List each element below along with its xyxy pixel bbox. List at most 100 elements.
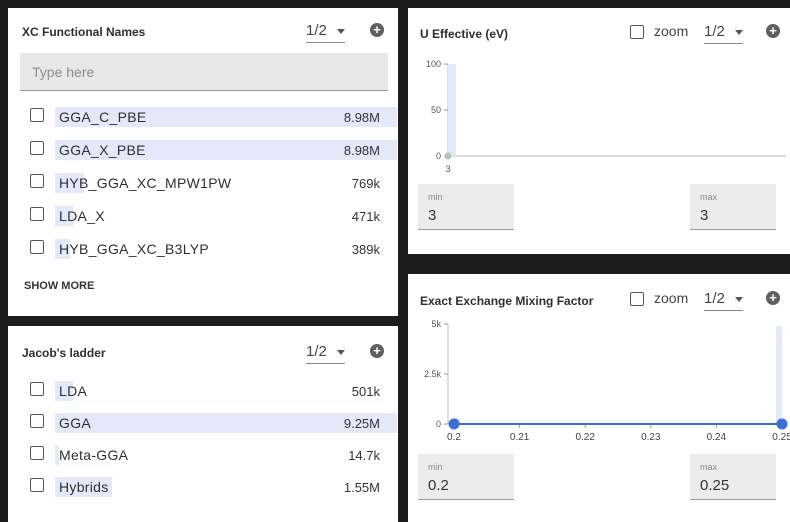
range-handle[interactable] bbox=[776, 418, 788, 430]
min-value: 3 bbox=[428, 207, 437, 224]
zoom-label: zoom bbox=[654, 290, 689, 306]
chevron-down-icon bbox=[734, 29, 743, 35]
u-effective-histogram[interactable]: 0 50 100 3 bbox=[408, 54, 790, 184]
pager-value: 1/2 bbox=[704, 290, 725, 307]
zoom-label: zoom bbox=[654, 23, 689, 39]
x-tick-label: 0.2 bbox=[447, 432, 461, 443]
list-item[interactable]: GGA_X_PBE 8.98M bbox=[30, 139, 397, 161]
item-count: 389k bbox=[351, 242, 380, 257]
search-field[interactable] bbox=[20, 53, 388, 91]
y-tick-label: 2.5k bbox=[424, 369, 442, 379]
list-item[interactable]: HYB_GGA_XC_MPW1PW 769k bbox=[30, 172, 380, 194]
xc-functional-names-card: XC Functional Names 1/2 + SHOW MORE GGA_… bbox=[8, 8, 398, 316]
list-item[interactable]: LDA_X 471k bbox=[30, 205, 380, 227]
item-label: LDA_X bbox=[59, 208, 105, 224]
u-effective-card: U Effective (eV) zoom 1/2 + 0 50 100 3 min … bbox=[408, 8, 790, 254]
item-checkbox[interactable] bbox=[30, 174, 44, 188]
y-tick-label: 0 bbox=[436, 151, 441, 161]
max-value: 3 bbox=[700, 207, 709, 224]
histogram-bar bbox=[776, 326, 782, 424]
item-count: 9.25M bbox=[343, 416, 380, 431]
chevron-down-icon bbox=[734, 296, 743, 302]
item-label: GGA_C_PBE bbox=[59, 109, 147, 125]
min-input[interactable]: min 3 bbox=[418, 184, 514, 230]
item-label: GGA_X_PBE bbox=[59, 142, 146, 158]
item-checkbox[interactable] bbox=[30, 382, 44, 396]
x-tick-label: 0.22 bbox=[575, 432, 595, 443]
item-checkbox[interactable] bbox=[30, 240, 44, 254]
x-tick-label: 0.24 bbox=[707, 432, 727, 443]
y-tick-label: 5k bbox=[431, 319, 441, 329]
exact-exchange-card: Exact Exchange Mixing Factor zoom 1/2 + … bbox=[408, 274, 790, 522]
x-tick-label: 0.23 bbox=[641, 432, 661, 443]
search-input[interactable] bbox=[20, 53, 388, 90]
list-item[interactable]: Meta-GGA 14.7k bbox=[30, 444, 380, 466]
list-item[interactable]: HYB_GGA_XC_B3LYP 389k bbox=[30, 238, 380, 260]
max-input[interactable]: max 0.25 bbox=[690, 454, 776, 500]
item-label: GGA bbox=[59, 415, 92, 431]
item-count: 769k bbox=[351, 176, 380, 191]
item-checkbox[interactable] bbox=[30, 414, 44, 428]
min-input[interactable]: min 0.2 bbox=[418, 454, 514, 500]
zoom-toggle[interactable]: zoom bbox=[630, 23, 689, 40]
item-label: Hybrids bbox=[59, 479, 109, 495]
add-icon[interactable]: + bbox=[370, 23, 384, 37]
item-checkbox[interactable] bbox=[30, 478, 44, 492]
histogram-bar bbox=[448, 64, 456, 156]
chevron-down-icon bbox=[336, 28, 345, 34]
min-value: 0.2 bbox=[428, 477, 449, 494]
pager-value: 1/2 bbox=[306, 22, 327, 39]
chevron-down-icon bbox=[336, 349, 345, 355]
card-title: Exact Exchange Mixing Factor bbox=[420, 294, 594, 308]
item-checkbox[interactable] bbox=[30, 207, 44, 221]
zoom-checkbox[interactable] bbox=[630, 25, 644, 40]
x-tick-label: 3 bbox=[445, 164, 450, 174]
item-label: LDA bbox=[59, 383, 88, 399]
list-item[interactable]: Hybrids 1.55M bbox=[30, 476, 380, 498]
item-count: 501k bbox=[351, 384, 380, 399]
zoom-toggle[interactable]: zoom bbox=[630, 290, 689, 307]
pager-value: 1/2 bbox=[306, 343, 327, 360]
max-label: max bbox=[700, 462, 718, 472]
y-tick-label: 100 bbox=[426, 59, 441, 69]
y-tick-label: 50 bbox=[431, 105, 441, 115]
pagination-select[interactable]: 1/2 bbox=[306, 22, 345, 43]
show-more-button[interactable]: SHOW MORE bbox=[24, 280, 94, 292]
item-count: 1.55M bbox=[343, 480, 380, 495]
pagination-select[interactable]: 1/2 bbox=[704, 290, 743, 311]
add-icon[interactable]: + bbox=[370, 344, 384, 358]
x-tick-label: 0.25 bbox=[772, 432, 790, 443]
card-title: U Effective (eV) bbox=[420, 27, 509, 41]
item-label: HYB_GGA_XC_B3LYP bbox=[59, 241, 210, 257]
card-title: XC Functional Names bbox=[22, 25, 146, 39]
list-item[interactable]: LDA 501k bbox=[30, 380, 380, 402]
y-tick-label: 0 bbox=[436, 419, 441, 429]
item-checkbox[interactable] bbox=[30, 141, 44, 155]
item-count: 8.98M bbox=[343, 110, 380, 125]
item-count: 14.7k bbox=[348, 448, 380, 463]
range-handle[interactable] bbox=[448, 418, 460, 430]
item-checkbox[interactable] bbox=[30, 108, 44, 122]
max-value: 0.25 bbox=[700, 477, 730, 494]
list-item[interactable]: GGA_C_PBE 8.98M bbox=[30, 106, 397, 128]
add-icon[interactable]: + bbox=[766, 291, 780, 305]
range-handle bbox=[444, 152, 452, 160]
item-count: 8.98M bbox=[343, 143, 380, 158]
pagination-select[interactable]: 1/2 bbox=[306, 343, 345, 364]
item-checkbox[interactable] bbox=[30, 446, 44, 460]
zoom-checkbox[interactable] bbox=[630, 292, 644, 307]
jacobs-ladder-card: Jacob's ladder 1/2 + LDA 501k GGA 9.25M Meta… bbox=[8, 326, 398, 522]
add-icon[interactable]: + bbox=[766, 24, 780, 38]
pager-value: 1/2 bbox=[704, 23, 725, 40]
item-label: HYB_GGA_XC_MPW1PW bbox=[59, 175, 232, 191]
list-item[interactable]: GGA 9.25M bbox=[30, 412, 397, 434]
item-count: 471k bbox=[351, 209, 380, 224]
max-input[interactable]: max 3 bbox=[690, 184, 776, 230]
min-label: min bbox=[428, 192, 443, 202]
exact-exchange-histogram[interactable]: 0 2.5k 5k 0.2 0.21 0.22 0.23 0.24 0.25 bbox=[408, 314, 790, 444]
max-label: max bbox=[700, 192, 718, 202]
item-label: Meta-GGA bbox=[59, 447, 129, 463]
min-label: min bbox=[428, 462, 443, 472]
card-title: Jacob's ladder bbox=[22, 346, 106, 360]
pagination-select[interactable]: 1/2 bbox=[704, 23, 743, 44]
